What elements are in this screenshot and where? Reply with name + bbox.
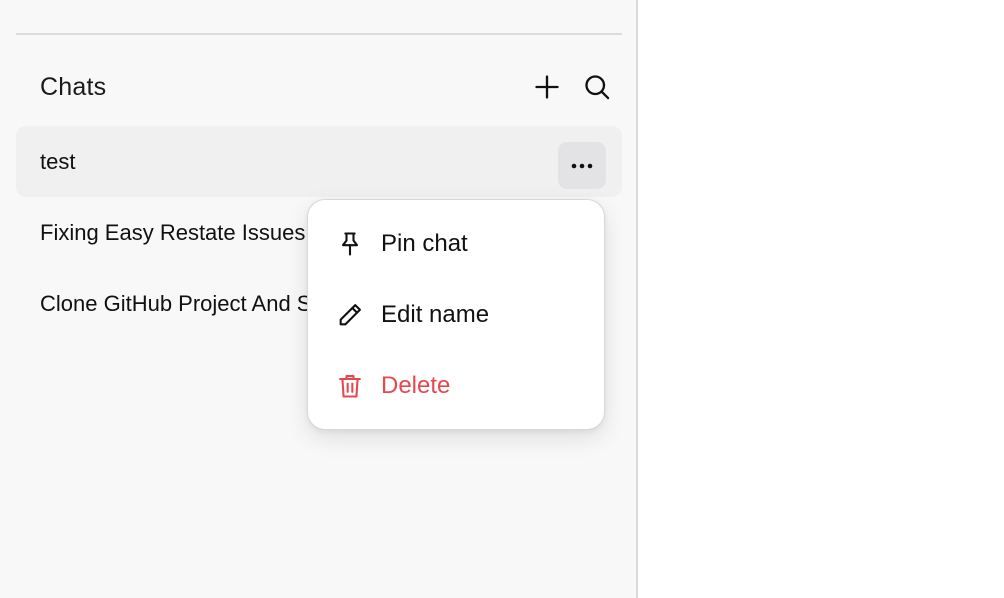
- chats-header: Chats: [40, 66, 610, 108]
- chat-item-label: test: [40, 148, 76, 174]
- menu-item-label: Delete: [381, 371, 451, 399]
- header-actions: [528, 68, 616, 106]
- menu-item-edit-name[interactable]: Edit name: [308, 279, 604, 350]
- pin-icon: [336, 230, 364, 258]
- trash-icon: [336, 372, 364, 400]
- search-icon: [585, 75, 610, 100]
- menu-item-label: Pin chat: [381, 229, 468, 257]
- chat-more-button[interactable]: [558, 142, 606, 189]
- more-horizontal-icon: [571, 163, 593, 168]
- menu-item-pin-chat[interactable]: Pin chat: [308, 208, 604, 279]
- chats-section-title: Chats: [40, 72, 107, 101]
- new-chat-button[interactable]: [528, 68, 566, 106]
- chat-context-menu: Pin chat Edit name Delete: [307, 199, 605, 430]
- chat-item-label: Fixing Easy Restate Issues: [40, 219, 306, 245]
- plus-icon: [535, 75, 559, 99]
- menu-item-label: Edit name: [381, 300, 490, 328]
- pencil-icon: [336, 301, 364, 329]
- search-chats-button[interactable]: [578, 68, 616, 106]
- sidebar-divider: [16, 33, 622, 35]
- chat-item[interactable]: test: [16, 126, 622, 197]
- menu-item-delete[interactable]: Delete: [308, 350, 604, 421]
